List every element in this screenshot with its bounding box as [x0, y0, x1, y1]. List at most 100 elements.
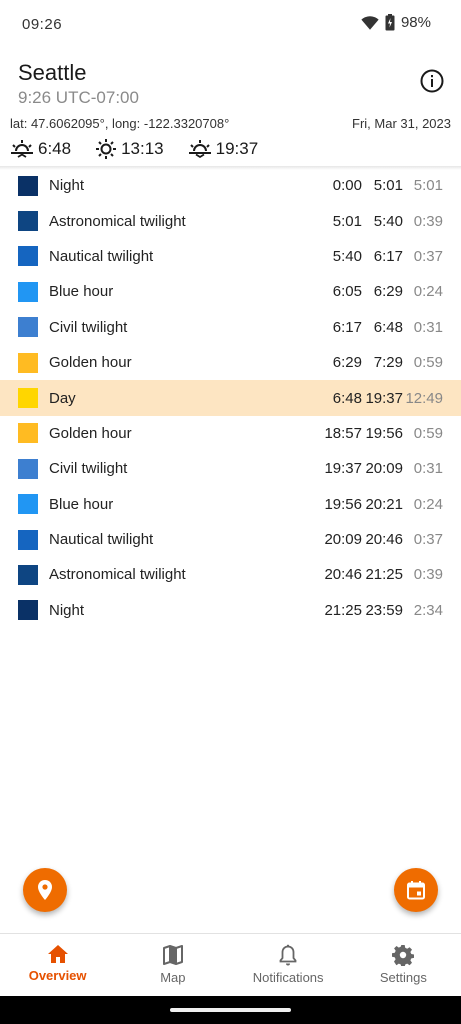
phase-row[interactable]: Golden hour 6:29 7:29 0:59 [0, 345, 461, 380]
calendar-button[interactable] [394, 868, 438, 912]
nav-settings[interactable]: Settings [346, 934, 461, 996]
phase-label: Golden hour [49, 354, 132, 372]
phase-row[interactable]: Day 6:48 19:37 12:49 [0, 380, 461, 416]
nav-overview[interactable]: Overview [0, 934, 115, 996]
gesture-bar [0, 996, 461, 1024]
sun-times: 6:48 13:13 19:37 [10, 138, 282, 160]
phase-end: 5:40 [373, 212, 403, 230]
sunrise-icon [11, 140, 33, 158]
phase-label: Civil twilight [49, 460, 128, 478]
phase-row[interactable]: Golden hour 18:57 19:56 0:59 [0, 416, 461, 451]
phase-end: 5:01 [373, 177, 403, 195]
phase-start: 19:37 [324, 460, 362, 478]
phase-color-swatch [18, 175, 38, 196]
phase-label: Nautical twilight [49, 247, 154, 265]
phase-row[interactable]: Night 0:00 5:01 5:01 [0, 168, 461, 203]
nav-label: Settings [379, 970, 427, 985]
phase-label: Day [49, 389, 76, 407]
phase-end: 6:48 [373, 318, 403, 336]
local-time: 9:26 UTC-07:00 [18, 88, 139, 107]
phase-end: 23:59 [365, 601, 403, 619]
phase-color-swatch [18, 458, 38, 479]
phase-row[interactable]: Night 21:25 23:59 2:34 [0, 593, 461, 628]
city-name: Seattle [18, 60, 87, 85]
phase-label: Blue hour [49, 283, 114, 301]
phase-label: Nautical twilight [49, 531, 154, 549]
info-button[interactable] [419, 68, 445, 94]
phase-duration: 0:39 [413, 212, 443, 230]
nav-label: Map [160, 970, 186, 985]
phase-color-swatch [18, 281, 38, 302]
phase-color-swatch [18, 600, 38, 621]
phase-color-swatch [18, 388, 38, 409]
phase-end: 20:21 [365, 495, 403, 513]
phase-duration: 5:01 [413, 177, 443, 195]
phase-row[interactable]: Nautical twilight 5:40 6:17 0:37 [0, 239, 461, 274]
wifi-icon [361, 15, 379, 31]
phase-end: 20:46 [365, 531, 403, 549]
location-pin-icon [38, 880, 52, 900]
sunset-time: 19:37 [215, 139, 259, 158]
location-header: Seattle 9:26 UTC-07:00 lat: 47.6062095°,… [0, 50, 461, 168]
selected-date: Fri, Mar 31, 2023 [352, 116, 451, 131]
nav-notifications[interactable]: Notifications [231, 934, 346, 996]
map-icon [162, 945, 183, 965]
phase-color-swatch [18, 211, 38, 232]
phase-row[interactable]: Civil twilight 19:37 20:09 0:31 [0, 451, 461, 486]
phase-row[interactable]: Nautical twilight 20:09 20:46 0:37 [0, 522, 461, 557]
phase-end: 7:29 [373, 354, 403, 372]
solar-noon-time: 13:13 [121, 139, 164, 158]
location-button[interactable] [23, 868, 67, 912]
info-icon [420, 69, 444, 93]
gear-icon [392, 945, 415, 966]
phase-label: Blue hour [49, 495, 114, 513]
battery-icon [385, 14, 395, 31]
phase-duration: 0:31 [413, 318, 443, 336]
nav-map[interactable]: Map [115, 934, 230, 996]
calendar-icon [407, 881, 425, 900]
phase-color-swatch [18, 352, 38, 373]
phase-duration: 0:24 [413, 495, 443, 513]
sunset: 19:37 [188, 139, 259, 159]
phase-end: 19:56 [365, 424, 403, 442]
phase-duration: 0:37 [413, 531, 443, 549]
phase-row[interactable]: Civil twilight 6:17 6:48 0:31 [0, 310, 461, 345]
phase-end: 19:37 [365, 389, 403, 407]
phase-end: 20:09 [365, 460, 403, 478]
phase-duration: 0:59 [413, 424, 443, 442]
home-icon [47, 945, 68, 963]
phase-label: Astronomical twilight [49, 566, 186, 584]
phase-start: 20:09 [324, 531, 362, 549]
phase-start: 6:05 [332, 283, 362, 301]
phase-duration: 0:59 [413, 354, 443, 372]
phase-label: Civil twilight [49, 318, 128, 336]
phase-row[interactable]: Blue hour 6:05 6:29 0:24 [0, 274, 461, 309]
phase-start: 6:48 [332, 389, 362, 407]
phase-start: 0:00 [332, 177, 362, 195]
phase-end: 6:17 [373, 247, 403, 265]
phase-color-swatch [18, 564, 38, 585]
coordinates: lat: 47.6062095°, long: -122.3320708° [10, 116, 230, 131]
phase-duration: 0:24 [413, 283, 443, 301]
phase-duration: 0:39 [413, 566, 443, 584]
sunrise-time: 6:48 [38, 139, 72, 158]
phase-start: 19:56 [324, 495, 362, 513]
sunset-icon [188, 140, 211, 159]
phase-start: 6:29 [332, 354, 362, 372]
status-bar: 09:26 98% [0, 0, 461, 50]
home-gesture-handle[interactable] [170, 1008, 291, 1012]
phase-color-swatch [18, 529, 38, 550]
phase-color-swatch [18, 317, 38, 338]
phase-duration: 0:31 [413, 460, 443, 478]
phase-row[interactable]: Blue hour 19:56 20:21 0:24 [0, 487, 461, 522]
phase-row[interactable]: Astronomical twilight 5:01 5:40 0:39 [0, 203, 461, 238]
phase-label: Astronomical twilight [49, 212, 186, 230]
phase-row[interactable]: Astronomical twilight 20:46 21:25 0:39 [0, 557, 461, 592]
phase-color-swatch [18, 494, 38, 515]
battery-level: 98% [400, 14, 431, 31]
status-icons: 98% [361, 14, 431, 31]
phase-duration: 2:34 [413, 601, 443, 619]
bottom-navigation: Overview Map Notifications Settings [0, 933, 461, 996]
phase-end: 21:25 [365, 566, 403, 584]
phase-label: Night [49, 177, 85, 195]
